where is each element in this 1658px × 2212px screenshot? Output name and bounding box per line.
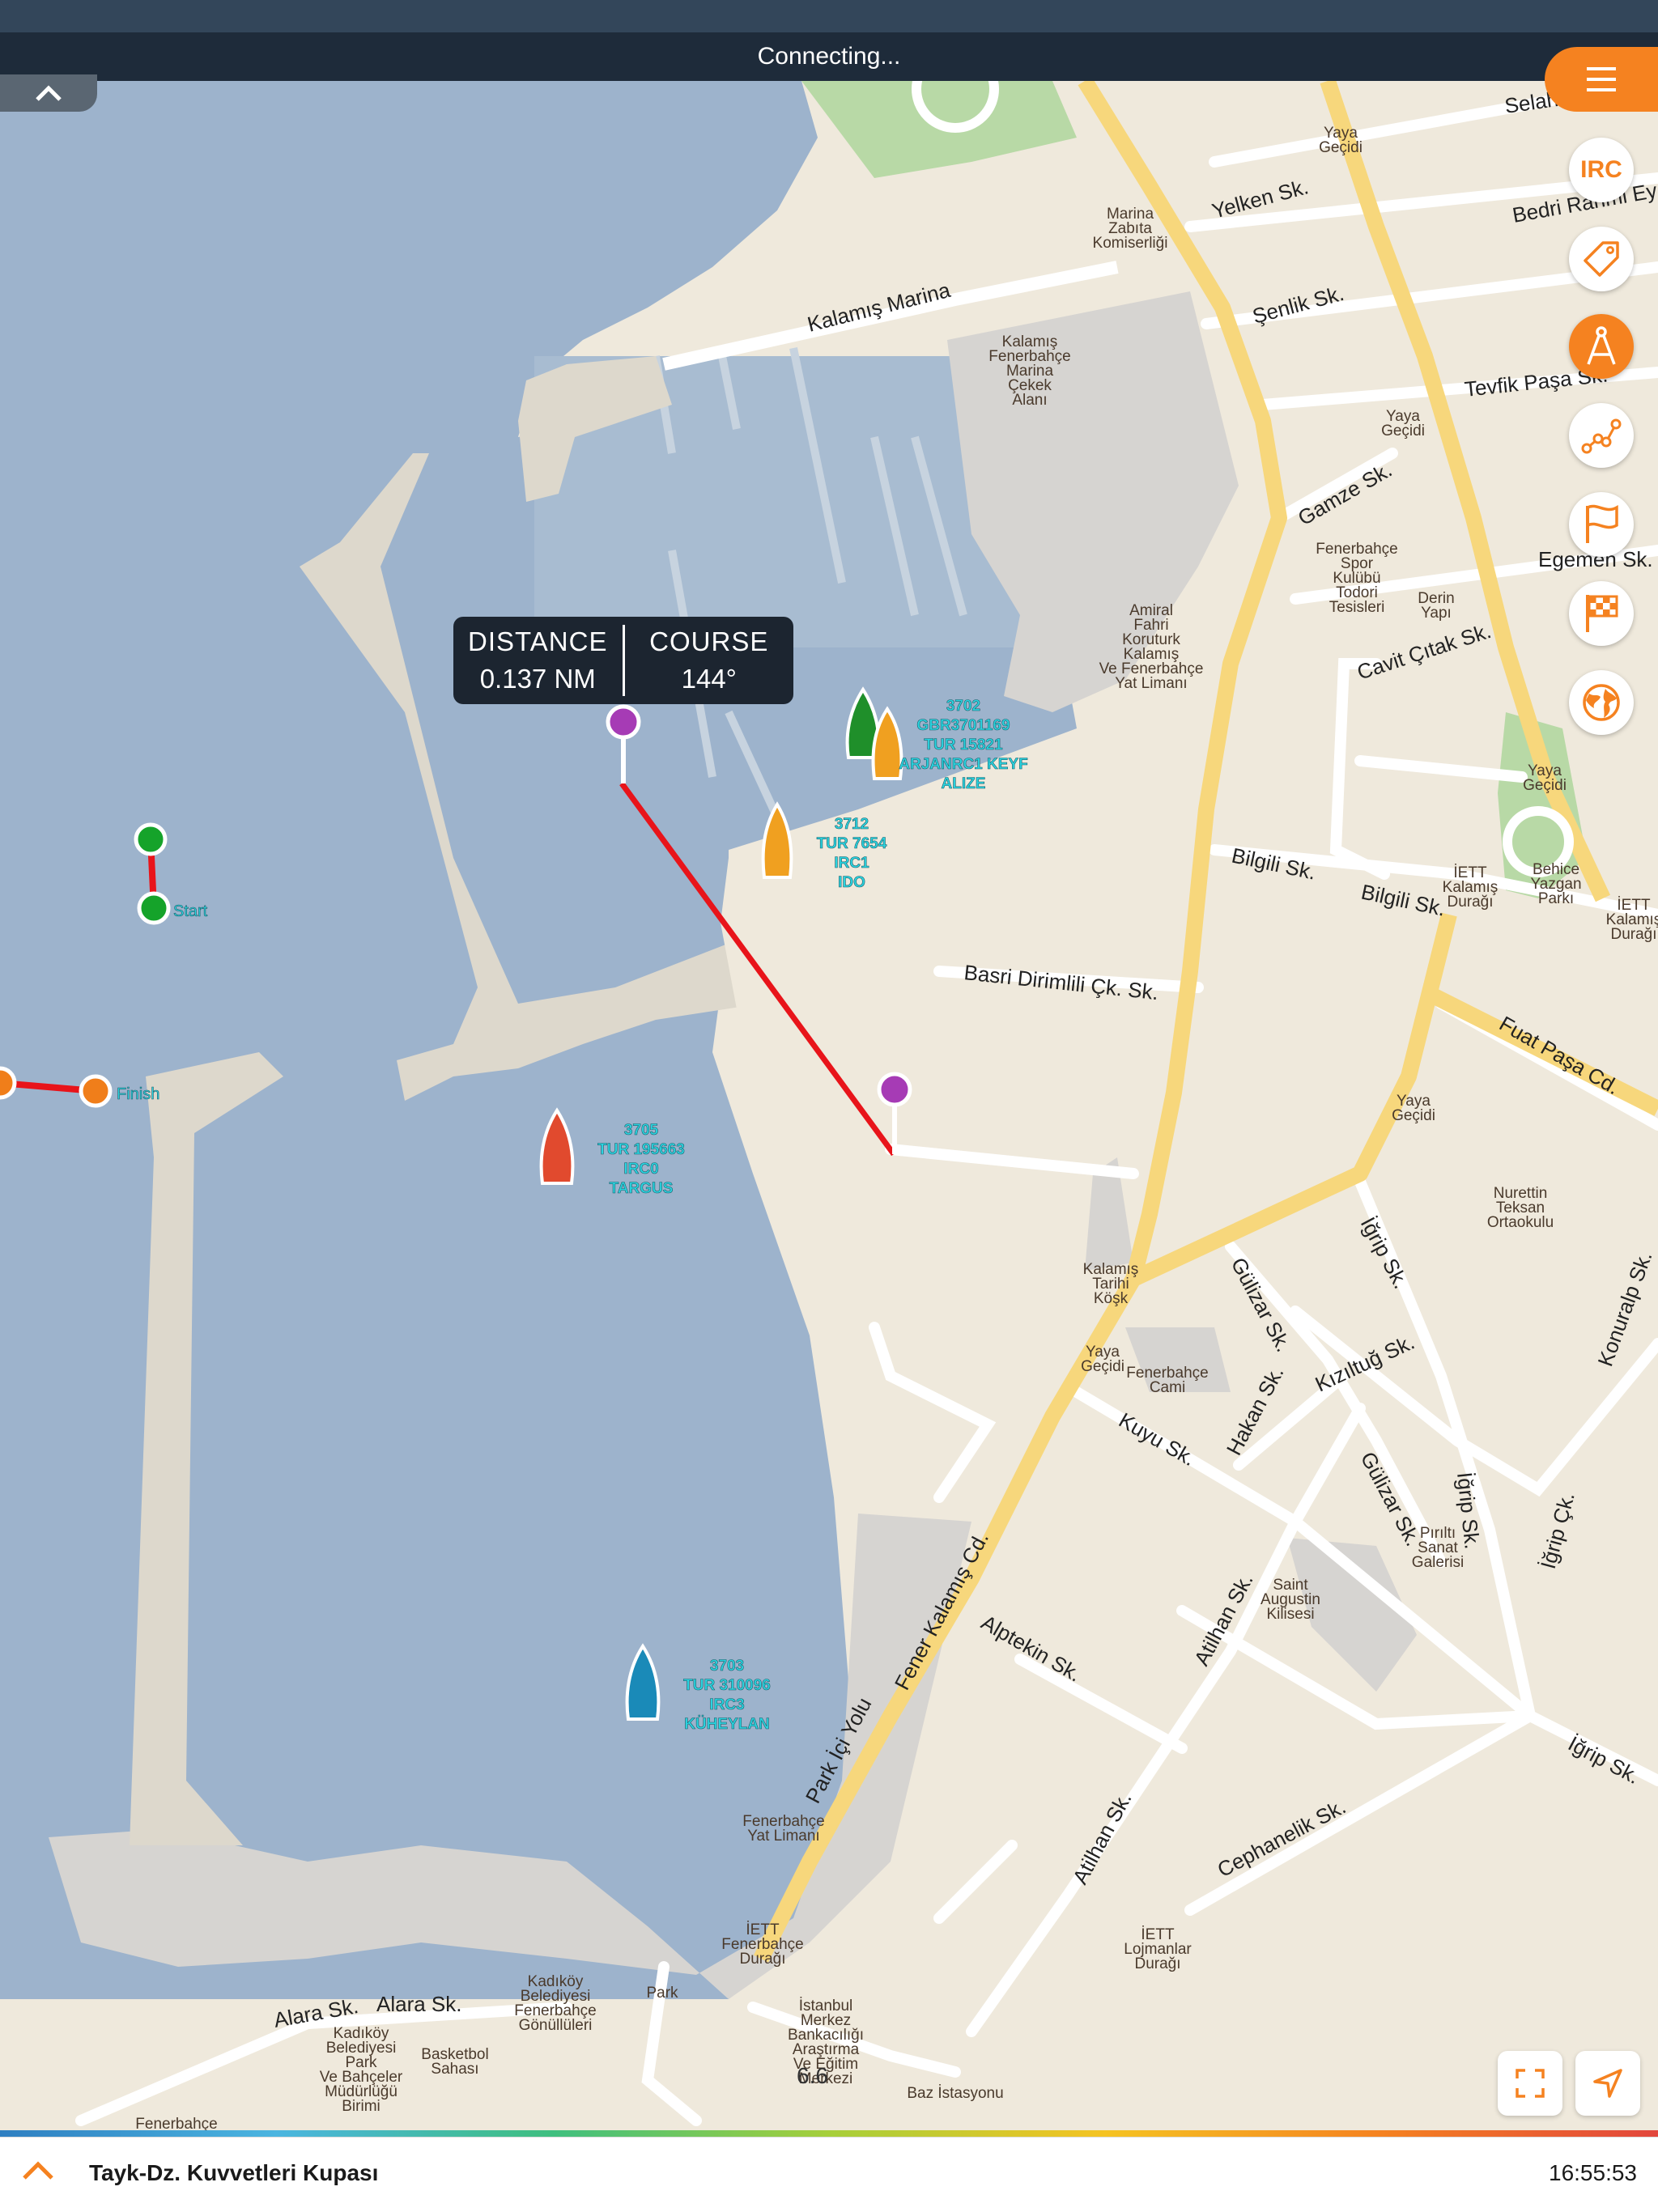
finish-label: Finish (117, 1085, 159, 1103)
connection-status-text: Connecting... (757, 43, 901, 70)
poi-label: Nurettin Teksan Ortaokulu (1487, 1185, 1554, 1231)
tag-button[interactable] (1569, 227, 1634, 291)
fullscreen-icon (1516, 2069, 1545, 2098)
boat-label-line: 3703 (710, 1658, 744, 1675)
poi-label: Fenerbahçe Yat Limanı (742, 1813, 824, 1845)
boat-label-line: IDO (838, 874, 865, 891)
boat-label-line: TARGUS (610, 1180, 674, 1197)
boat-label-line: 3702 (946, 698, 980, 715)
boat-label-line: ALIZE (942, 775, 986, 792)
status-strip (0, 0, 1658, 32)
boat-label-line: TUR 15821 (924, 737, 1003, 754)
course-readout: COURSE 144° (625, 617, 794, 704)
globe-button[interactable] (1569, 670, 1634, 735)
course-value: 144° (681, 664, 737, 694)
poi-label: Yaya Geçidi (1523, 762, 1567, 794)
boat-label-line: KÜHEYLAN (684, 1716, 770, 1733)
boat-label-line: TUR 195663 (597, 1141, 685, 1158)
race-clock: 16:55:53 (1549, 2160, 1637, 2185)
course-label: COURSE (649, 626, 769, 656)
start-mark-a (134, 822, 168, 856)
start-label: Start (173, 902, 208, 920)
start-mark-b (137, 891, 171, 925)
boat-label-line: ARJANRC1 KEYF (899, 756, 1027, 773)
measure-readout: DISTANCE 0.137 NM COURSE 144° (453, 617, 793, 704)
distance-label: DISTANCE (468, 626, 608, 656)
street-label: Alara Sk. (376, 1992, 462, 2016)
distance-readout: DISTANCE 0.137 NM (453, 617, 623, 704)
poi-label: Behice Yazgan Parkı (1530, 861, 1581, 907)
chevron-up-icon (36, 85, 62, 101)
route-dots-icon (1581, 418, 1622, 454)
checkered-flag-icon (1586, 595, 1618, 632)
tag-icon (1584, 241, 1619, 277)
location-arrow-icon (1593, 2069, 1622, 2098)
boat-label-line: 3712 (835, 816, 869, 833)
poi-label: Baz İstasyonu (907, 2085, 1003, 2102)
irc-filter-button[interactable]: IRC (1569, 138, 1634, 202)
flag-icon (1586, 504, 1618, 543)
finish-flag-button[interactable] (1569, 581, 1634, 646)
boat-label-line: TUR 7654 (817, 835, 887, 852)
poi-label: Basketbol Sahası (421, 2046, 488, 2078)
accent-strip (0, 2130, 1658, 2137)
hamburger-icon (1587, 67, 1616, 91)
measure-tool-button[interactable] (1569, 314, 1634, 379)
boat-label-line: IRC0 (623, 1161, 658, 1178)
race-footer[interactable]: Tayk-Dz. Kuvvetleri Kupası 16:55:53 (0, 2137, 1658, 2212)
poi-label: Derin Yapı (1418, 590, 1454, 622)
boat-label-line: IRC1 (834, 855, 869, 872)
collapse-button[interactable] (0, 74, 97, 112)
irc-label: IRC (1580, 156, 1622, 183)
poi-label: Park (646, 1985, 678, 2002)
poi-label: Yaya Geçidi (1081, 1344, 1124, 1375)
fullscreen-button[interactable] (1498, 2051, 1562, 2116)
boat-label-line: TUR 310096 (683, 1677, 771, 1694)
poi-label: Yaya Geçidi (1381, 408, 1425, 439)
compass-divider-icon (1587, 326, 1616, 365)
finish-mark-a (0, 1066, 17, 1100)
boat-label-line: 3705 (624, 1122, 659, 1139)
distance-value: 0.137 NM (479, 664, 596, 694)
poi-label: Yaya Geçidi (1392, 1093, 1435, 1124)
map-number: 6.6 (797, 2063, 828, 2088)
locate-button[interactable] (1575, 2051, 1640, 2116)
race-title: Tayk-Dz. Kuvvetleri Kupası (89, 2160, 379, 2185)
chevron-up-icon[interactable] (18, 2150, 58, 2191)
track-button[interactable] (1569, 403, 1634, 468)
boat-label-line: IRC3 (709, 1696, 744, 1713)
menu-button[interactable] (1545, 47, 1658, 112)
poi-label: Yaya Geçidi (1319, 125, 1363, 156)
connection-banner: Connecting... (0, 32, 1658, 81)
finish-mark-b (79, 1074, 113, 1108)
globe-icon (1583, 684, 1620, 721)
mark-flag-button[interactable] (1569, 492, 1634, 557)
chart-map[interactable]: Selahattin Bedri Rahmi Ey Yelken Sk. Şen… (0, 0, 1658, 2211)
boat-label-line: GBR3701169 (916, 717, 1010, 734)
